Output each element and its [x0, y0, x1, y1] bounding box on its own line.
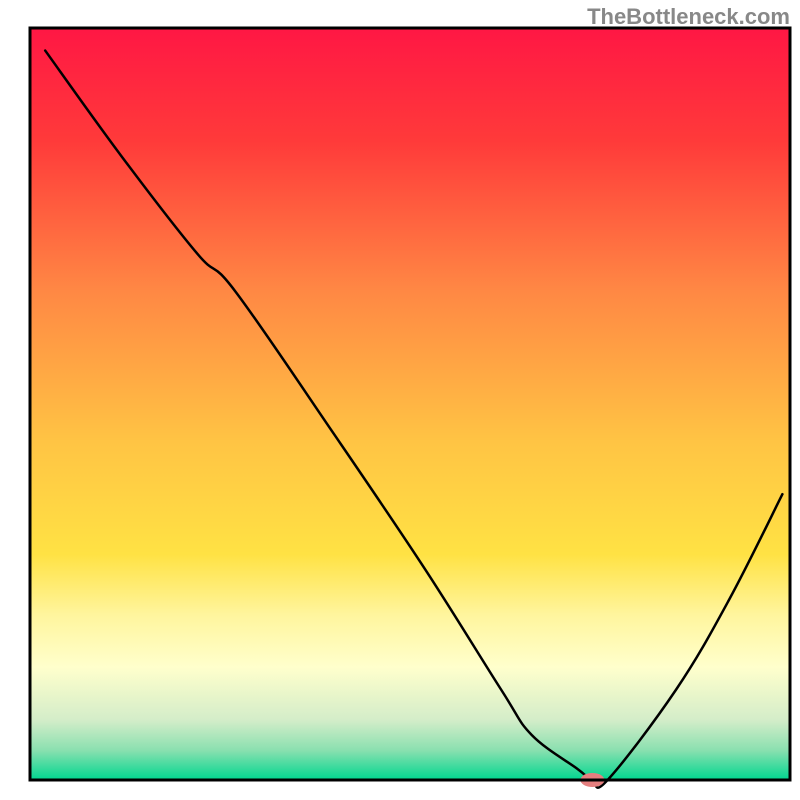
- bottleneck-chart: [0, 0, 800, 800]
- chart-background: [30, 28, 790, 780]
- chart-container: TheBottleneck.com: [0, 0, 800, 800]
- watermark-text: TheBottleneck.com: [587, 4, 790, 30]
